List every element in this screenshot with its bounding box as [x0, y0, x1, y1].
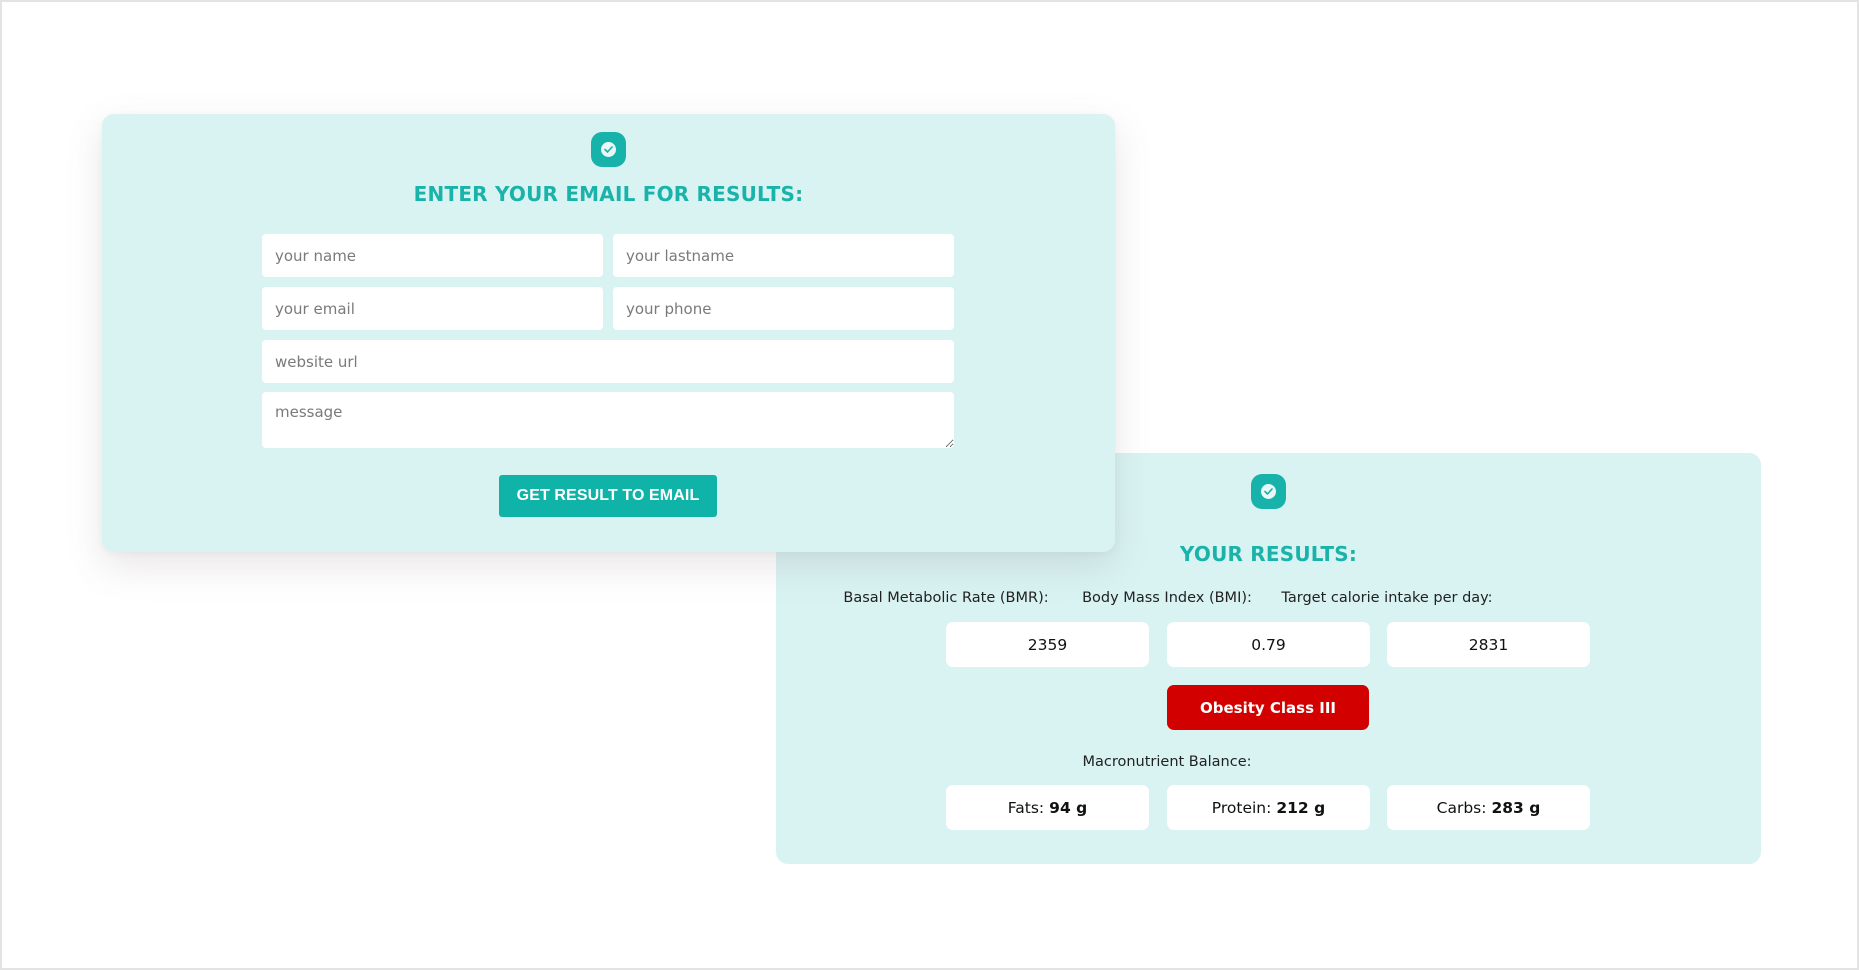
- macro-protein-label: Protein:: [1211, 798, 1272, 817]
- bmi-label: Body Mass Index (BMI):: [1082, 590, 1252, 606]
- macro-protein: Protein: 212 g: [1167, 785, 1370, 830]
- macro-carbs-value: 283 g: [1491, 798, 1541, 817]
- bmr-value: 2359: [946, 622, 1149, 667]
- macro-carbs: Carbs: 283 g: [1387, 785, 1590, 830]
- get-result-to-email-button[interactable]: GET RESULT TO EMAIL: [499, 475, 717, 517]
- macro-fats-label: Fats:: [1007, 798, 1045, 817]
- macro-fats: Fats: 94 g: [946, 785, 1149, 830]
- bmi-classification-badge: Obesity Class III: [1167, 685, 1369, 730]
- message-textarea[interactable]: [262, 392, 954, 448]
- calorie-value: 2831: [1387, 622, 1590, 667]
- check-circle-icon: [591, 132, 626, 167]
- email-form-title: ENTER YOUR EMAIL FOR RESULTS:: [413, 182, 804, 206]
- bmr-label: Basal Metabolic Rate (BMR):: [843, 590, 1049, 606]
- macro-protein-value: 212 g: [1276, 798, 1326, 817]
- macro-fats-value: 94 g: [1049, 798, 1088, 817]
- macro-carbs-label: Carbs:: [1436, 798, 1487, 817]
- check-circle-icon: [1251, 474, 1286, 509]
- bmi-value: 0.79: [1167, 622, 1370, 667]
- name-input[interactable]: [262, 234, 603, 277]
- phone-input[interactable]: [613, 287, 954, 330]
- lastname-input[interactable]: [613, 234, 954, 277]
- macro-title: Macronutrient Balance:: [1082, 754, 1252, 770]
- website-input[interactable]: [262, 340, 954, 383]
- email-input[interactable]: [262, 287, 603, 330]
- calorie-label: Target calorie intake per day:: [1281, 590, 1493, 606]
- email-form-panel: ENTER YOUR EMAIL FOR RESULTS: GET RESULT…: [102, 114, 1115, 552]
